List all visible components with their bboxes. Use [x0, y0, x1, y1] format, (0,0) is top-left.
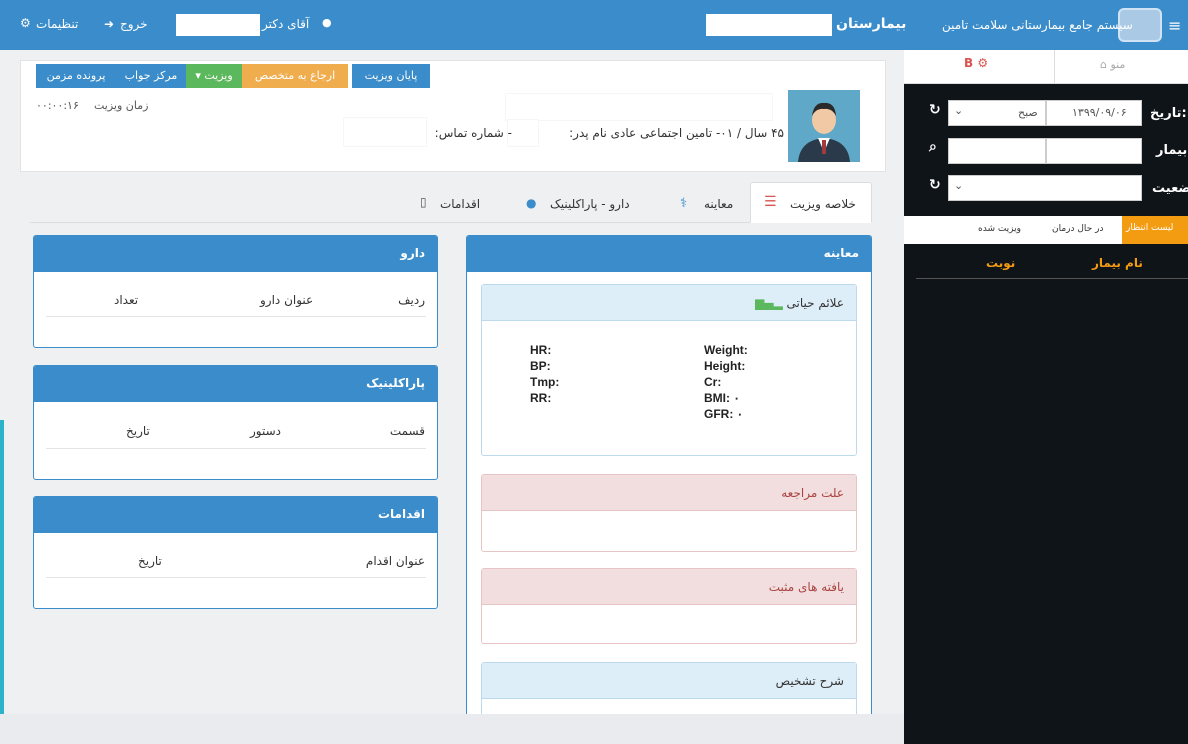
tab-b[interactable]: B ⚙	[964, 56, 988, 70]
drug-col-title: عنوان دارو	[260, 293, 314, 307]
logout-icon[interactable]: ➜	[104, 17, 114, 31]
drug-panel: دارو ردیف عنوان دارو تعداد	[33, 235, 438, 348]
tab-visited[interactable]: ویزیت شده	[978, 224, 1021, 234]
vital-gfr: GFR: ۰	[704, 407, 744, 421]
chronic-file-button[interactable]: پرونده مزمن	[36, 64, 116, 88]
drug-col-count: تعداد	[114, 293, 139, 307]
column-patient-name: نام بیمار	[1092, 256, 1143, 270]
list-icon: ☰	[764, 194, 777, 210]
tab-drug-paraclinic[interactable]: دارو - پاراکلینیک	[550, 197, 630, 211]
vital-bmi: BMI: ۰	[704, 391, 740, 405]
tab-visit-summary-label: خلاصه ویزیت	[790, 197, 856, 211]
reason-title: علت مراجعه	[482, 475, 856, 511]
patient-name-redacted	[506, 94, 772, 120]
findings-title: یافته های مثبت	[482, 569, 856, 605]
patient-info: ۴۵ سال / ۰۱- تامین اجتماعی عادی نام پدر:	[569, 126, 784, 140]
vital-hr: HR:	[530, 343, 552, 357]
status-label: ضعیت:	[1152, 181, 1188, 196]
paraclinic-panel: پاراکلینیک قسمت دستور تاریخ	[33, 365, 438, 480]
actions-divider	[46, 577, 426, 578]
column-turn: نوبت	[986, 256, 1016, 270]
contact-label: - شماره تماس:	[434, 126, 512, 140]
contact-redacted	[344, 118, 426, 146]
home-icon: ⌂	[1100, 58, 1107, 71]
visit-time-value: ۰۰:۰۰:۱۶	[36, 99, 79, 112]
column-divider	[916, 278, 1188, 279]
tab-in-treatment[interactable]: در حال درمان	[1052, 224, 1103, 234]
footer-strip	[0, 714, 904, 744]
refer-specialist-button[interactable]: ارجاع به متخصص	[242, 64, 348, 88]
reason-box: علت مراجعه	[481, 474, 857, 552]
doctor-label: آقای دکتر	[262, 17, 310, 31]
vitals-box: علائم حیاتی ▂▄▆ HR: BP: Tmp: RR: Weight:…	[481, 284, 857, 456]
patient-avatar	[788, 90, 860, 162]
left-edge-accent	[0, 420, 4, 714]
vitals-header: علائم حیاتی ▂▄▆	[482, 285, 856, 321]
exam-panel: معاینه علائم حیاتی ▂▄▆ HR: BP: Tmp: RR: …	[466, 235, 872, 725]
visit-button[interactable]: ▾ ویزیت	[186, 64, 242, 88]
settings-icon[interactable]: ⚙	[20, 16, 31, 30]
tab-menu[interactable]: ⌂ منو	[1100, 58, 1125, 71]
drug-panel-title: دارو	[34, 236, 437, 272]
date-label: تاریخ:	[1150, 106, 1187, 121]
tab-waiting-list-label: لیست انتظار	[1126, 223, 1174, 233]
visit-time-label: زمان ویزیت	[94, 99, 149, 112]
diagnosis-title: شرح تشخیص	[482, 663, 856, 699]
shift-value: صبح	[1018, 106, 1038, 119]
clipboard-icon: ▯	[420, 195, 427, 209]
end-visit-button[interactable]: پایان ویزیت	[352, 64, 430, 88]
hospital-label: بیمارستان	[836, 16, 907, 32]
signal-bars-icon: ▂▄▆	[754, 296, 783, 310]
user-icon: ●	[322, 16, 332, 29]
refresh-icon[interactable]: ↻	[929, 177, 941, 193]
paraclinic-panel-title: پاراکلینیک	[34, 366, 437, 402]
drug-col-row: ردیف	[398, 293, 425, 307]
vital-bp: BP:	[530, 359, 551, 373]
hospital-name-redacted	[706, 14, 832, 36]
tab-divider	[1054, 50, 1055, 84]
system-title: سیستم جامع بیمارستانی سلامت تامین	[942, 18, 1133, 32]
doctor-name-redacted[interactable]	[176, 14, 260, 36]
refresh-icon[interactable]: ↻	[929, 102, 941, 118]
vitals-title: علائم حیاتی	[786, 296, 845, 310]
tab-actions[interactable]: اقدامات	[440, 197, 480, 211]
father-name-redacted	[508, 120, 538, 146]
exam-panel-title: معاینه	[467, 236, 871, 272]
vital-weight: Weight:	[704, 343, 748, 357]
chevron-down-icon: ⌄	[954, 104, 964, 117]
tab-exam[interactable]: معاینه	[704, 197, 733, 211]
hamburger-icon[interactable]: ≡	[1168, 16, 1181, 35]
pill-icon: ●	[526, 196, 537, 210]
drug-divider	[46, 316, 426, 317]
search-icon[interactable]: ⌕	[929, 139, 937, 155]
paraclinic-col-date: تاریخ	[126, 424, 150, 438]
patient-code-input[interactable]	[1046, 138, 1142, 164]
caret-down-icon: ▾	[195, 69, 201, 82]
actions-panel-title: اقدامات	[34, 497, 437, 533]
chevron-down-icon: ⌄	[954, 179, 964, 192]
vital-rr: RR:	[530, 391, 552, 405]
gears-icon: ⚙	[977, 56, 989, 70]
vital-height: Height:	[704, 359, 746, 373]
findings-box: یافته های مثبت	[481, 568, 857, 644]
patient-name-input[interactable]	[948, 138, 1046, 164]
sidebar-top-tabs	[904, 50, 1188, 84]
vital-cr: Cr:	[704, 375, 722, 389]
paraclinic-divider	[46, 448, 426, 449]
paraclinic-col-order: دستور	[250, 424, 282, 438]
actions-col-date: تاریخ	[138, 554, 162, 568]
patient-label: بیمار:	[1156, 143, 1188, 158]
stethoscope-icon: ⚕	[680, 196, 688, 211]
vital-tmp: Tmp:	[530, 375, 560, 389]
paraclinic-col-section: قسمت	[389, 424, 425, 438]
actions-col-title: عنوان اقدام	[365, 554, 425, 568]
settings-link[interactable]: تنظیمات	[36, 17, 78, 31]
tabs-baseline	[30, 222, 872, 223]
actions-panel: اقدامات عنوان اقدام تاریخ	[33, 496, 438, 609]
result-center-button[interactable]: مرکز جواب	[116, 64, 186, 88]
date-value: ۱۳۹۹/۰۹/۰۶	[1072, 106, 1127, 119]
logout-link[interactable]: خروج	[120, 17, 148, 31]
status-select[interactable]	[948, 175, 1142, 201]
